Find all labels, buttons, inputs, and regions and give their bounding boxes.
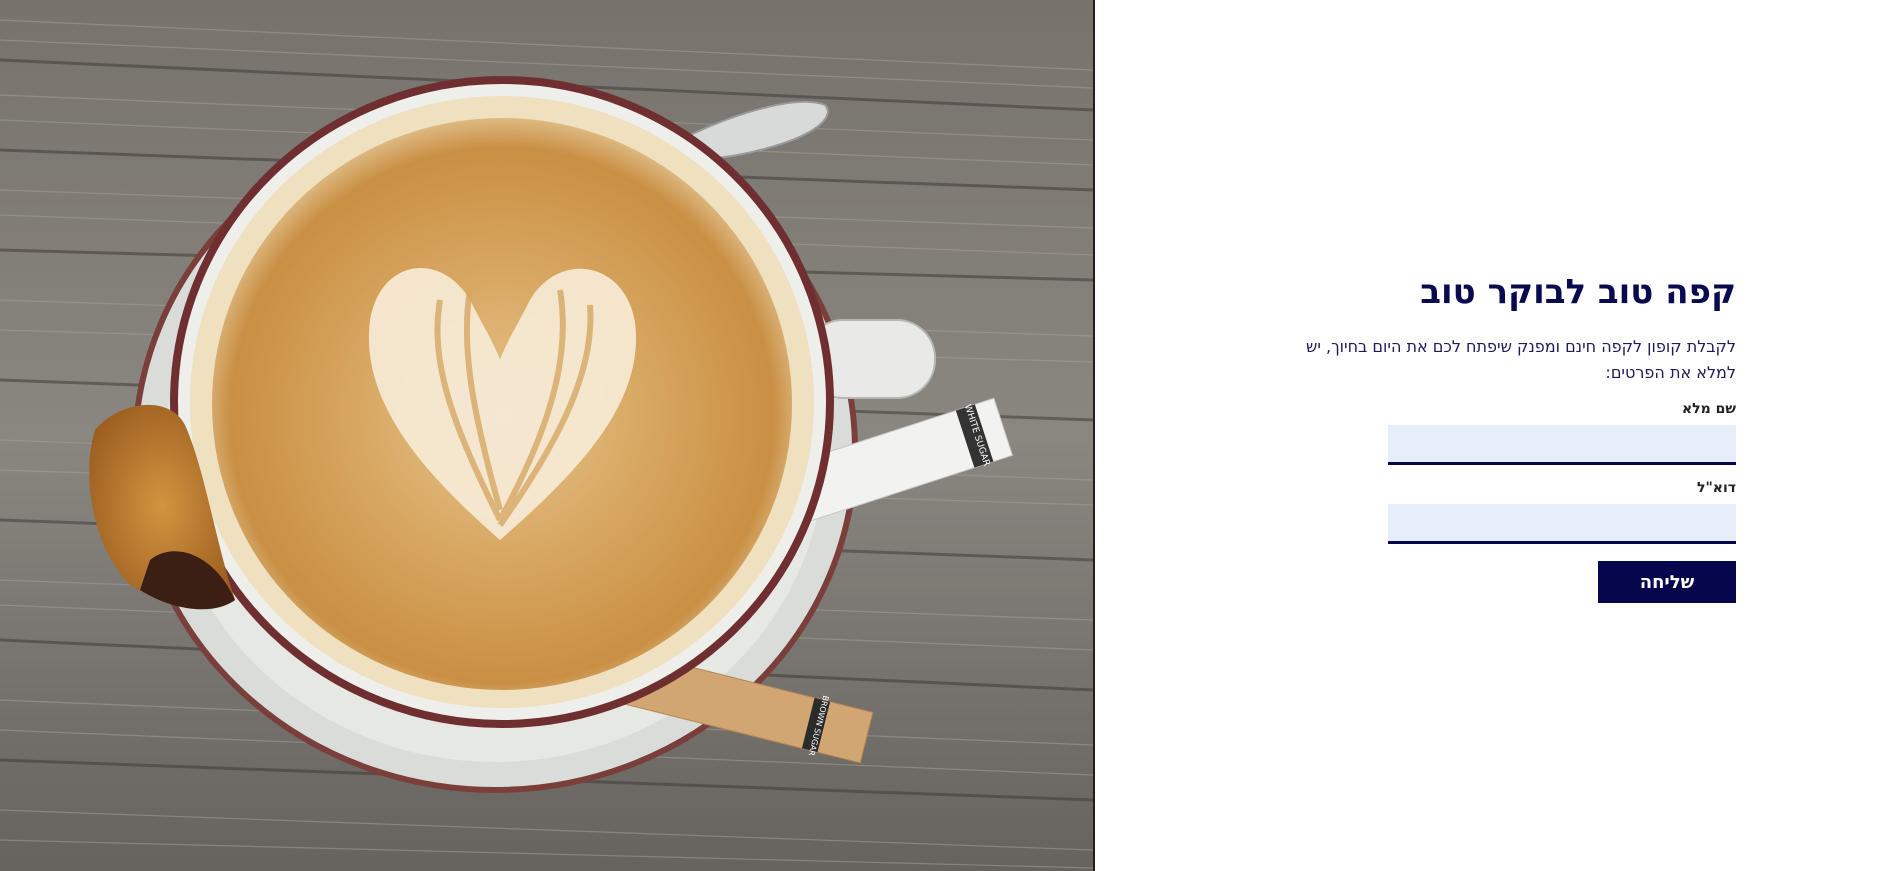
email-label: דוא"ל — [1697, 480, 1736, 496]
name-field-group: שם מלא — [1256, 400, 1736, 465]
name-label: שם מלא — [1681, 401, 1736, 417]
coffee-photo: WHITE SUGAR BROWN SUGAR — [0, 0, 1093, 871]
email-input[interactable] — [1388, 504, 1736, 544]
coupon-form: קפה טוב לבוקר טוב לקבלת קופון לקפה חינם … — [1256, 268, 1736, 603]
submit-button[interactable]: שליחה — [1598, 561, 1736, 603]
signup-panel: קפה טוב לבוקר טוב לקבלת קופון לקפה חינם … — [1095, 0, 1896, 871]
email-field-group: דוא"ל — [1256, 479, 1736, 544]
full-name-input[interactable] — [1388, 425, 1736, 465]
coffee-illustration: WHITE SUGAR BROWN SUGAR — [0, 0, 1093, 871]
page: WHITE SUGAR BROWN SUGAR קפה טוב לבוקר טו… — [0, 0, 1896, 871]
page-title: קפה טוב לבוקר טוב — [1420, 272, 1736, 312]
intro-text: לקבלת קופון לקפה חינם ומפנק שיפתח לכם את… — [1305, 337, 1736, 382]
